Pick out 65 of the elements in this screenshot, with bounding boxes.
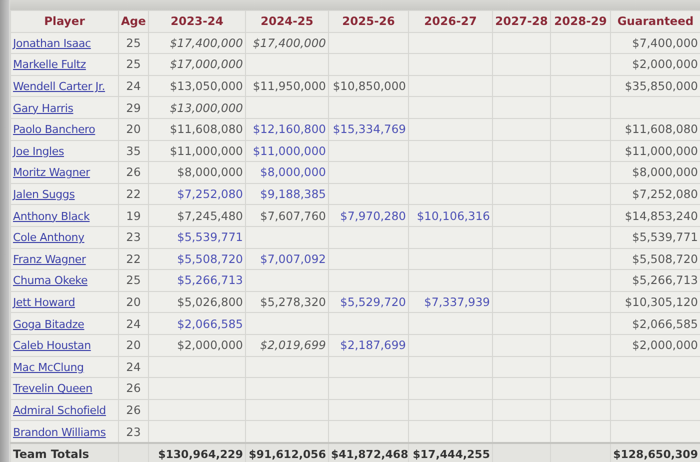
column-header: Guaranteed <box>610 10 700 32</box>
salary-cell: $7,245,480 <box>148 204 246 226</box>
salary-cell: $8,000,000 <box>148 162 246 184</box>
age-cell: 23 <box>118 226 148 248</box>
salary-cell: $10,106,316 <box>408 204 492 226</box>
salary-cell: $11,000,000 <box>148 140 246 162</box>
age-cell: 25 <box>118 54 148 76</box>
age-cell: 19 <box>118 204 148 226</box>
salary-cell: $2,066,585 <box>148 312 246 334</box>
age-cell: 20 <box>118 334 148 356</box>
age-cell: 29 <box>118 96 148 118</box>
column-header: Player <box>10 10 118 32</box>
age-cell: 26 <box>118 399 148 421</box>
age-cell: 26 <box>118 162 148 184</box>
salary-cell: $2,000,000 <box>148 334 246 356</box>
total-cell: $17,444,255 <box>408 442 492 462</box>
age-cell: 20 <box>118 291 148 313</box>
salary-cell: $8,000,000 <box>246 162 328 184</box>
salary-cell: $17,400,000 <box>148 32 246 54</box>
column-header: 2026-27 <box>408 10 492 32</box>
salary-cell: $2,187,699 <box>328 334 408 356</box>
salary-cell: $5,529,720 <box>328 291 408 313</box>
salary-cell: $7,007,092 <box>246 248 328 270</box>
salary-cell: $2,019,699 <box>246 334 328 356</box>
age-cell: 24 <box>118 356 148 378</box>
salary-cell: $5,026,800 <box>148 291 246 313</box>
salary-cell: $9,188,385 <box>246 183 328 205</box>
total-cell: $128,650,309 <box>610 442 700 462</box>
age-cell: 26 <box>118 378 148 400</box>
total-cell: $41,872,468 <box>328 442 408 462</box>
age-cell: 35 <box>118 140 148 162</box>
totals-label: Team Totals <box>10 442 118 462</box>
salary-cell: $5,539,771 <box>148 226 246 248</box>
column-header: 2027-28 <box>492 10 550 32</box>
salary-cell: $13,000,000 <box>148 96 246 118</box>
salary-cell: $12,160,800 <box>246 118 328 140</box>
age-cell: 22 <box>118 248 148 270</box>
salary-cell: $7,607,760 <box>246 204 328 226</box>
column-header: 2028-29 <box>550 10 610 32</box>
salary-cell: $7,337,939 <box>408 291 492 313</box>
salary-cell: $11,950,000 <box>246 75 328 97</box>
salary-cell: $5,508,720 <box>148 248 246 270</box>
salary-cell: $17,400,000 <box>246 32 328 54</box>
age-cell: 25 <box>118 32 148 54</box>
salary-cell: $5,278,320 <box>246 291 328 313</box>
column-header: Age <box>118 10 148 32</box>
age-cell: 25 <box>118 270 148 292</box>
salary-cell: $7,970,280 <box>328 204 408 226</box>
salary-cell: $17,000,000 <box>148 54 246 76</box>
age-cell: 24 <box>118 312 148 334</box>
age-cell: 24 <box>118 75 148 97</box>
total-cell: $130,964,229 <box>148 442 246 462</box>
age-cell: 20 <box>118 118 148 140</box>
salary-cell: $5,266,713 <box>148 270 246 292</box>
salary-cell: $11,608,080 <box>148 118 246 140</box>
salary-cell: $11,000,000 <box>246 140 328 162</box>
age-cell: 22 <box>118 183 148 205</box>
total-cell: $91,612,056 <box>246 442 328 462</box>
salary-cell: $13,050,000 <box>148 75 246 97</box>
column-header: 2025-26 <box>328 10 408 32</box>
column-header: 2023-24 <box>148 10 246 32</box>
salary-cell: $7,252,080 <box>148 183 246 205</box>
salary-cell: $10,850,000 <box>328 75 408 97</box>
column-header: 2024-25 <box>246 10 328 32</box>
salary-cell: $15,334,769 <box>328 118 408 140</box>
